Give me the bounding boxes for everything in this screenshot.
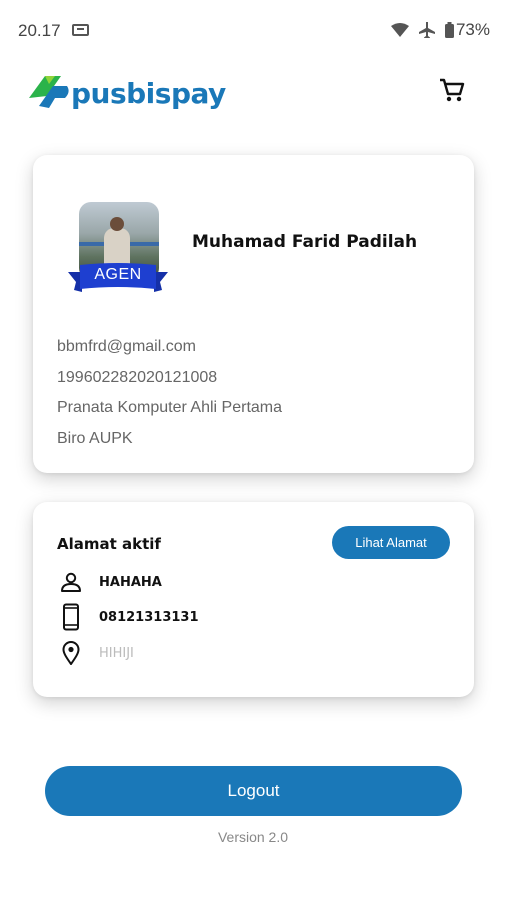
- address-recipient-row: HAHAHA: [57, 568, 162, 596]
- profile-card: AGEN Muhamad Farid Padilah bbmfrd@gmail.…: [33, 155, 474, 473]
- profile-unit: Biro AUPK: [57, 429, 133, 447]
- wifi-icon: [390, 23, 409, 37]
- battery-indicator: 73%: [444, 20, 490, 40]
- sim-card-icon: [72, 24, 89, 36]
- profile-email: bbmfrd@gmail.com: [57, 338, 196, 355]
- address-card: Alamat aktif Lihat Alamat HAHAHA 0812131…: [33, 502, 474, 697]
- status-icons: 73%: [390, 20, 490, 40]
- app-version: Version 2.0: [217, 829, 289, 845]
- status-bar: 20.17 73%: [0, 0, 506, 60]
- address-place-row: HIHIJI: [57, 639, 134, 667]
- view-address-button[interactable]: Lihat Alamat: [332, 526, 450, 559]
- logo-mark-icon: [25, 68, 71, 112]
- profile-nip: 199602282020121008: [57, 368, 218, 386]
- avatar-with-badge: AGEN: [68, 202, 168, 302]
- person-icon: [57, 568, 85, 596]
- battery-icon: [444, 22, 454, 38]
- status-time: 20.17: [18, 21, 61, 40]
- cart-icon: [440, 78, 465, 102]
- airplane-icon: [418, 22, 435, 38]
- cart-button[interactable]: [438, 76, 466, 104]
- profile-name: Muhamad Farid Padilah: [192, 232, 418, 252]
- location-pin-icon: [57, 639, 85, 667]
- battery-percent: 73%: [455, 20, 490, 39]
- app-header: pusbispay: [0, 60, 506, 140]
- phone-icon: [57, 603, 85, 631]
- address-place: HIHIJI: [99, 645, 134, 661]
- profile-position: Pranata Komputer Ahli Pertama: [57, 399, 283, 416]
- address-phone: 08121313131: [99, 609, 199, 625]
- agent-badge: AGEN: [94, 266, 142, 283]
- address-recipient: HAHAHA: [99, 574, 162, 590]
- logout-button[interactable]: Logout: [45, 766, 462, 816]
- address-title: Alamat aktif: [57, 535, 161, 553]
- profile-info: bbmfrd@gmail.com 199602282020121008 Pran…: [57, 336, 282, 458]
- logo-text: pusbispay: [71, 76, 226, 110]
- app-logo: pusbispay: [25, 68, 226, 112]
- address-phone-row: 08121313131: [57, 603, 199, 631]
